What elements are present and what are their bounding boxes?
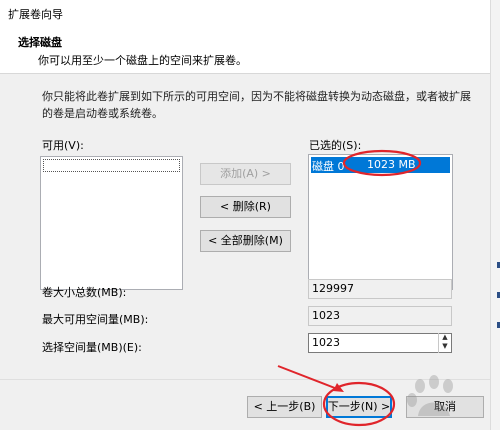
select-space-input[interactable]: 1023 [308,333,452,353]
wizard-header: 选择磁盘 你可以用至少一个磁盘上的空间来扩展卷。 [0,26,490,74]
selected-label: 已选的(S): [309,139,362,152]
selected-disks-list[interactable]: 磁盘 0 1023 MB [308,154,453,290]
space-spinner[interactable]: ▲ ▼ [438,333,451,353]
page-title: 选择磁盘 [18,36,62,49]
description-text: 你只能将此卷扩展到如下所示的可用空间，因为不能将磁盘转换为动态磁盘，或者被扩展的… [42,90,471,120]
available-disks-list[interactable] [40,156,183,290]
max-space-label: 最大可用空间量(MB): [42,313,149,326]
max-space-field: 1023 [308,306,452,326]
list-item[interactable]: 磁盘 0 1023 MB [311,157,450,173]
disk-size: 1023 MB [367,158,416,171]
window-title: 扩展卷向导 [8,8,63,21]
page-subtitle: 你可以用至少一个磁盘上的空间来扩展卷。 [38,54,247,67]
focus-rectangle [43,159,180,172]
disk-name: 磁盘 0 [312,160,345,173]
remove-button[interactable]: < 删除(R) [200,196,291,218]
wizard-content: 你只能将此卷扩展到如下所示的可用空间，因为不能将磁盘转换为动态磁盘，或者被扩展的… [0,74,490,379]
background-window-edge [490,0,500,430]
add-button[interactable]: 添加(A) > [200,163,291,185]
back-button[interactable]: < 上一步(B) [247,396,322,418]
spin-down-icon[interactable]: ▼ [439,342,451,351]
remove-all-button[interactable]: < 全部删除(M) [200,230,291,252]
select-space-label: 选择空间量(MB)(E): [42,341,142,354]
spin-up-icon[interactable]: ▲ [439,333,451,342]
available-label: 可用(V): [42,139,84,152]
title-bar: 扩展卷向导 [0,0,490,26]
total-size-field: 129997 [308,279,452,299]
watermark-logo [407,375,453,416]
total-size-label: 卷大小总数(MB): [42,286,127,299]
